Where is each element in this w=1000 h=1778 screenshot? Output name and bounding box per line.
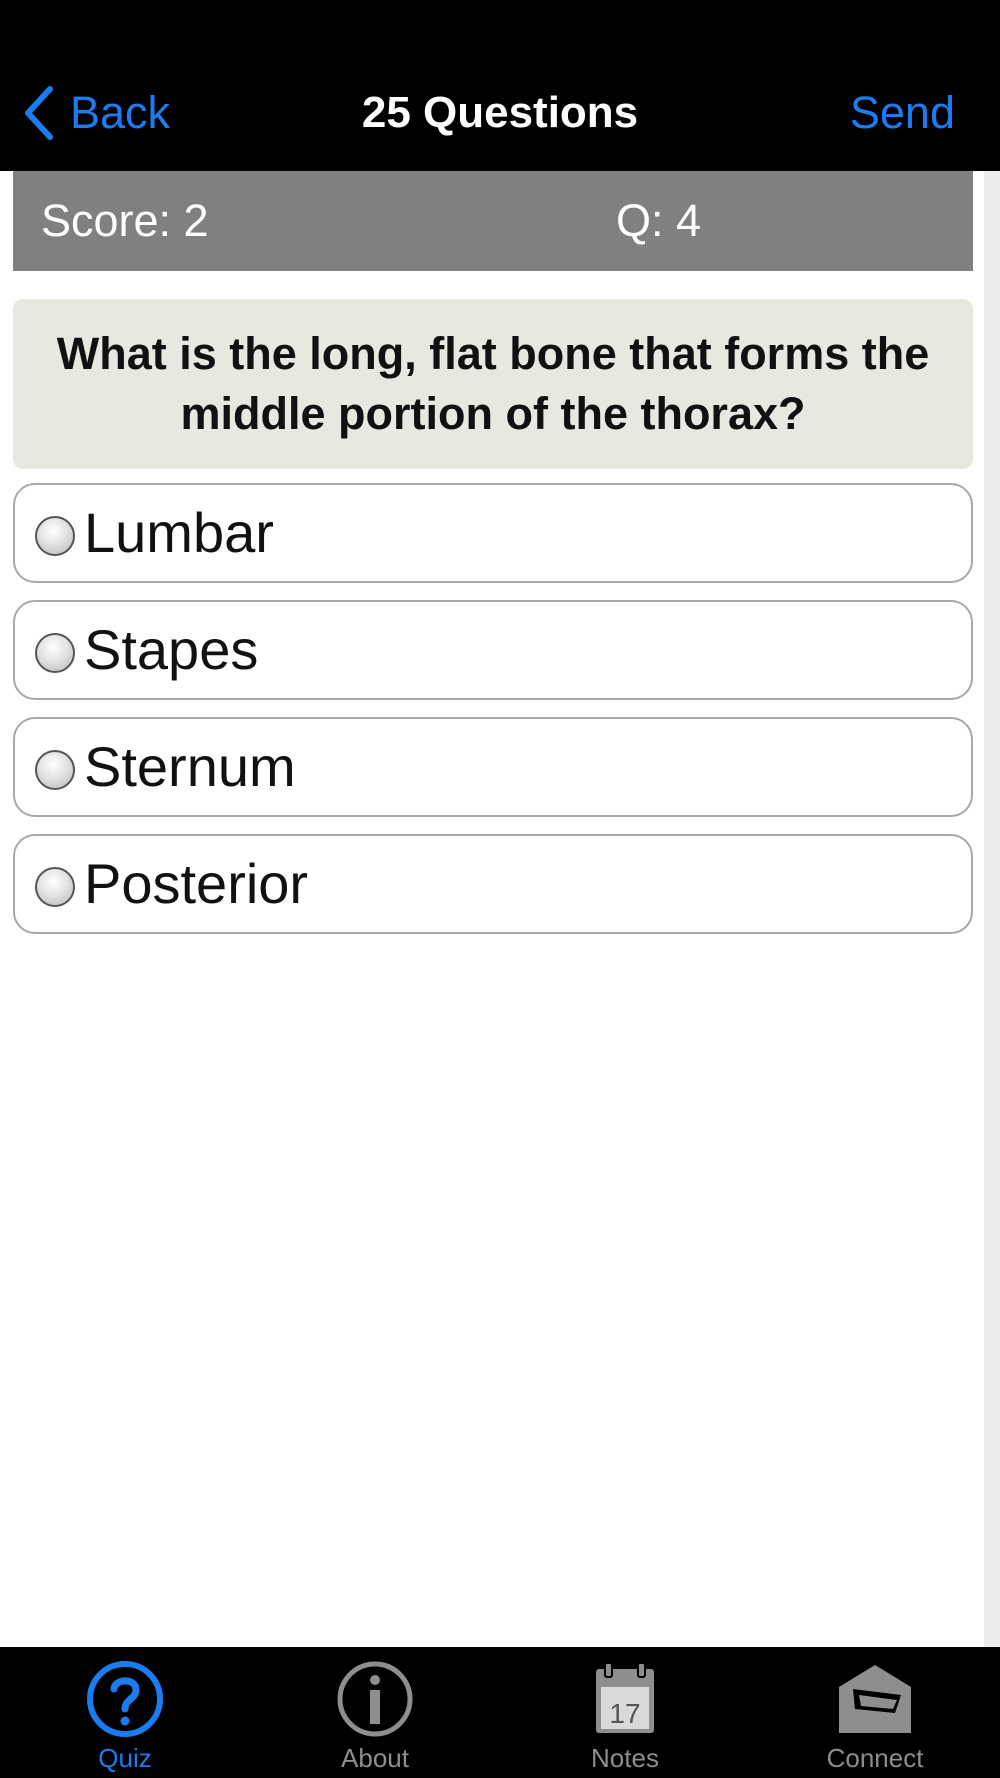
score-label: Score: 2 [41,195,209,246]
answer-option-lumbar[interactable]: Lumbar [13,483,973,583]
question-circle-icon [87,1661,163,1737]
calendar-icon: 17 [596,1662,654,1733]
tab-bar: Quiz About 17 Notes Connect [0,1647,1000,1778]
answer-option-posterior[interactable]: Posterior [13,834,973,934]
question-text: What is the long, flat bone that forms t… [56,328,930,439]
tab-label: About [341,1743,409,1773]
tab-quiz[interactable]: Quiz [0,1647,250,1778]
tab-connect[interactable]: Connect [750,1647,1000,1778]
tab-label: Quiz [98,1743,152,1773]
question-number-label: Q: 4 [616,195,702,246]
radio-button-icon[interactable] [35,867,75,907]
radio-button-icon[interactable] [35,750,75,790]
navigation-bar: Back 25 Questions Send [0,0,1000,171]
back-button-label: Back [70,87,171,138]
answer-label: Lumbar [84,501,274,564]
back-button[interactable]: Back [20,82,170,144]
radio-button-icon[interactable] [35,516,75,556]
answer-label: Sternum [84,735,296,798]
chevron-left-icon [25,86,53,140]
tab-label: Notes [591,1743,659,1773]
score-bar: Score: 2 Q: 4 [13,171,973,271]
send-button[interactable]: Send [850,82,955,144]
answer-label: Stapes [84,618,259,681]
question-card: What is the long, flat bone that forms t… [13,299,973,469]
tab-label: Connect [826,1743,924,1773]
answer-option-sternum[interactable]: Sternum [13,717,973,817]
info-circle-icon [337,1661,413,1737]
tab-about[interactable]: About [250,1647,500,1778]
open-envelope-icon [839,1665,911,1733]
answer-list: Lumbar Stapes Sternum Posterior [13,483,973,951]
answer-label: Posterior [84,852,309,915]
calendar-day-text: 17 [609,1698,640,1729]
tab-notes[interactable]: 17 Notes [500,1647,750,1778]
answer-option-stapes[interactable]: Stapes [13,600,973,700]
radio-button-icon[interactable] [35,633,75,673]
edge-strip [984,171,1000,1647]
